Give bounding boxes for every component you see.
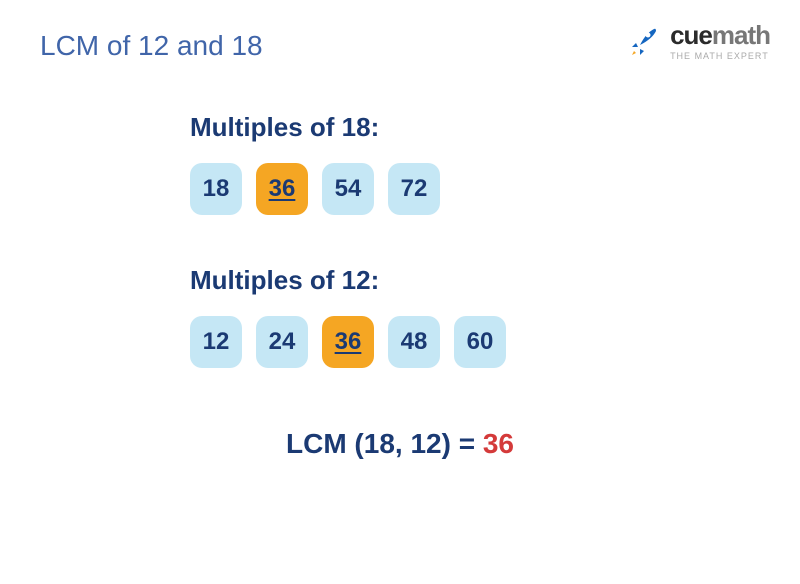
multiple-12-tile-48: 48 <box>388 316 440 368</box>
logo-part-cue: cue <box>670 20 712 50</box>
lcm-result-label: LCM (18, 12) = <box>286 428 483 459</box>
multiples-of-18-tiles: 18 36 54 72 <box>190 163 760 215</box>
multiple-12-tile-12: 12 <box>190 316 242 368</box>
multiples-of-12-label: Multiples of 12: <box>190 265 760 296</box>
rocket-icon <box>626 23 662 59</box>
multiples-of-12-tiles: 12 24 36 48 60 <box>190 316 760 368</box>
multiple-18-tile-18: 18 <box>190 163 242 215</box>
multiples-of-12-section: Multiples of 12: 12 24 36 48 60 <box>190 265 760 368</box>
logo-part-math: math <box>712 20 770 50</box>
multiples-of-18-label: Multiples of 18: <box>190 112 760 143</box>
logo-wordmark: cuemath <box>670 20 770 51</box>
multiple-18-tile-54: 54 <box>322 163 374 215</box>
multiple-12-tile-60: 60 <box>454 316 506 368</box>
multiple-12-tile-36: 36 <box>322 316 374 368</box>
multiple-18-tile-36: 36 <box>256 163 308 215</box>
brand-logo: cuemath THE MATH EXPERT <box>626 20 770 61</box>
multiple-12-tile-24: 24 <box>256 316 308 368</box>
lcm-result-value: 36 <box>483 428 514 459</box>
logo-tagline: THE MATH EXPERT <box>670 51 770 61</box>
multiples-of-18-section: Multiples of 18: 18 36 54 72 <box>190 112 760 215</box>
multiple-18-tile-72: 72 <box>388 163 440 215</box>
lcm-result: LCM (18, 12) = 36 <box>40 428 760 460</box>
